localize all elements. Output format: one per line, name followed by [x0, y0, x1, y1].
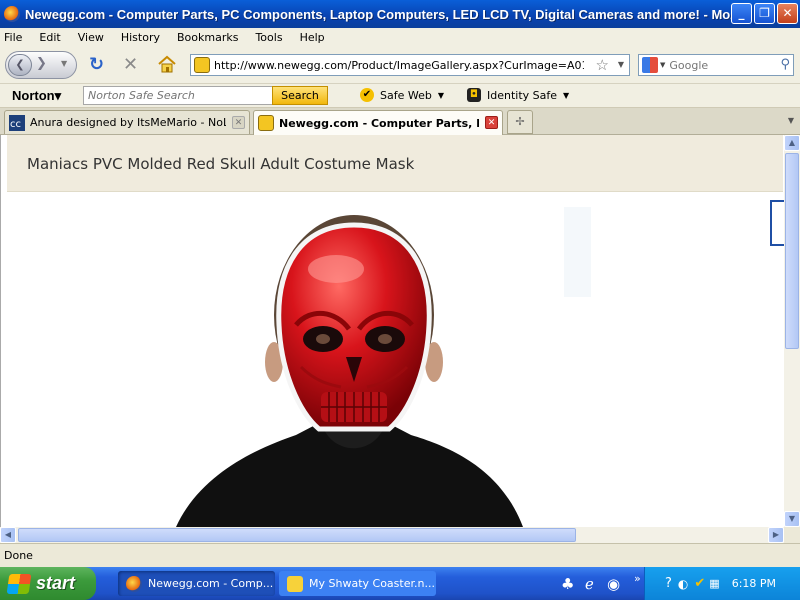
safe-web-check-icon: ✔ — [360, 88, 374, 102]
start-label: start — [36, 573, 76, 593]
home-icon[interactable] — [157, 55, 177, 73]
status-bar: Done — [0, 543, 800, 567]
product-header: Maniacs PVC Molded Red Skull Adult Costu… — [7, 135, 783, 192]
scroll-left-button[interactable]: ◀ — [0, 527, 16, 543]
windows-taskbar: start Newegg.com - Comp... My Shwaty Coa… — [0, 567, 800, 600]
minimize-button[interactable]: _ — [731, 3, 752, 24]
coaster-task-icon — [287, 575, 303, 592]
menu-file[interactable]: File — [4, 31, 22, 44]
norton-logo[interactable]: Norton▾ — [12, 88, 61, 104]
search-engine-dropdown-icon[interactable]: ▼ — [660, 61, 665, 69]
status-text: Done — [4, 549, 33, 562]
product-image — [176, 207, 591, 527]
menu-bookmarks[interactable]: Bookmarks — [177, 31, 238, 44]
menu-tools[interactable]: Tools — [255, 31, 282, 44]
url-text[interactable]: http://www.newegg.com/Product/ImageGalle… — [214, 59, 584, 72]
web-search-input[interactable] — [669, 58, 770, 72]
scroll-right-button[interactable]: ▶ — [768, 527, 784, 543]
windows-logo-icon — [6, 573, 32, 594]
ie-icon[interactable]: ℯ — [585, 575, 594, 593]
url-dropdown-icon[interactable]: ▼ — [618, 60, 624, 69]
back-arrow-icon[interactable]: ◐ — [678, 577, 688, 591]
forward-button[interactable]: ❯ — [36, 56, 47, 71]
menu-help[interactable]: Help — [300, 31, 325, 44]
tab-close-icon[interactable]: ✕ — [232, 116, 245, 129]
norton-tray-icon[interactable]: ✔ — [694, 576, 705, 591]
identity-safe-label: Identity Safe — [487, 88, 558, 102]
window-title: Newegg.com - Computer Parts, PC Componen… — [25, 6, 747, 22]
start-button[interactable]: start — [0, 567, 96, 600]
firefox-task-icon — [126, 575, 142, 592]
maximize-button[interactable]: ❐ — [754, 3, 775, 24]
search-engine-icon[interactable] — [642, 57, 658, 73]
menu-edit[interactable]: Edit — [39, 31, 60, 44]
back-forward-group: ❮ ❯ ▼ — [5, 51, 77, 79]
search-icon[interactable]: ⚲ — [780, 57, 790, 72]
tab-anura[interactable]: cc Anura designed by ItsMeMario - NoLimi… — [4, 110, 250, 134]
scroll-up-button[interactable]: ▲ — [784, 135, 800, 151]
task-firefox[interactable]: Newegg.com - Comp... — [118, 571, 275, 596]
scroll-corner — [784, 527, 800, 543]
firefox-icon — [4, 6, 20, 22]
norton-logo-text: Norton — [12, 87, 55, 103]
clock[interactable]: 6:18 PM — [732, 577, 776, 590]
identity-safe-lock-icon: ◘ — [467, 88, 481, 102]
norton-search-input[interactable] — [83, 86, 273, 105]
vertical-scroll-thumb[interactable] — [785, 153, 799, 349]
gallery-thumbnail[interactable] — [770, 200, 784, 246]
newegg-favicon-icon — [258, 115, 274, 131]
norton-menu-caret-icon: ▾ — [54, 87, 62, 103]
product-title: Maniacs PVC Molded Red Skull Adult Costu… — [27, 155, 415, 173]
site-favicon-icon — [194, 57, 210, 73]
tab-label: Anura designed by ItsMeMario - NoLimi... — [30, 116, 226, 129]
url-bar[interactable]: http://www.newegg.com/Product/ImageGalle… — [190, 54, 630, 76]
stop-icon[interactable]: ✕ — [123, 56, 138, 74]
reload-icon[interactable]: ↻ — [89, 56, 104, 74]
page-content: Maniacs PVC Molded Red Skull Adult Costu… — [0, 135, 784, 527]
tab-bar: cc Anura designed by ItsMeMario - NoLimi… — [0, 108, 800, 135]
web-search-box[interactable]: ▼ ⚲ — [638, 54, 794, 76]
identity-safe-dropdown-icon: ▼ — [563, 90, 570, 100]
scroll-down-button[interactable]: ▼ — [784, 511, 800, 527]
menu-bar: File Edit View History Bookmarks Tools H… — [0, 28, 800, 46]
horizontal-scroll-thumb[interactable] — [18, 528, 576, 542]
horizontal-scrollbar[interactable]: ◀ ▶ — [0, 527, 784, 543]
menu-history[interactable]: History — [121, 31, 160, 44]
history-dropdown-icon[interactable]: ▼ — [61, 59, 67, 68]
svg-text:cc: cc — [10, 119, 21, 130]
new-tab-button[interactable]: ✢ — [507, 110, 533, 134]
safe-web-dropdown-icon: ▼ — [437, 90, 444, 100]
back-button[interactable]: ❮ — [8, 54, 32, 76]
network-icon[interactable]: ▦ — [709, 577, 719, 590]
navigation-toolbar: ❮ ❯ ▼ ↻ ✕ http://www.newegg.com/Product/… — [0, 46, 800, 84]
system-tray: ? ◐ ✔ ▦ 6:18 PM — [644, 567, 800, 600]
identity-safe-menu[interactable]: ◘ Identity Safe ▼ — [467, 88, 569, 102]
tab-list-dropdown-icon[interactable]: ▼ — [782, 110, 800, 134]
task-label: Newegg.com - Comp... — [148, 577, 274, 590]
vertical-scrollbar[interactable]: ▲ ▼ — [784, 135, 800, 527]
menu-view[interactable]: View — [78, 31, 104, 44]
tab-close-icon[interactable]: ✕ — [485, 116, 498, 129]
help-icon[interactable]: ? — [665, 576, 672, 591]
safe-web-label: Safe Web — [380, 88, 432, 102]
quick-launch-expand-icon[interactable]: » — [634, 572, 641, 585]
norton-search-button[interactable]: Search — [272, 86, 328, 105]
safe-web-menu[interactable]: ✔ Safe Web ▼ — [360, 88, 444, 102]
close-button[interactable]: ✕ — [777, 3, 798, 24]
chrome-icon[interactable]: ◉ — [607, 575, 620, 593]
colourlovers-favicon-icon: cc — [9, 114, 25, 131]
task-label: My Shwaty Coaster.n... — [309, 577, 435, 590]
bookmark-star-icon[interactable]: ☆ — [596, 56, 609, 74]
tab-label: Newegg.com - Computer Parts, P... — [279, 116, 479, 130]
messenger-icon[interactable]: ♣ — [561, 575, 574, 593]
window-titlebar[interactable]: Newegg.com - Computer Parts, PC Componen… — [0, 0, 800, 28]
norton-toolbar: Norton▾ Search ✔ Safe Web ▼ ◘ Identity S… — [0, 84, 800, 108]
task-coaster[interactable]: My Shwaty Coaster.n... — [279, 571, 436, 596]
tab-newegg[interactable]: Newegg.com - Computer Parts, P... ✕ — [253, 110, 503, 135]
